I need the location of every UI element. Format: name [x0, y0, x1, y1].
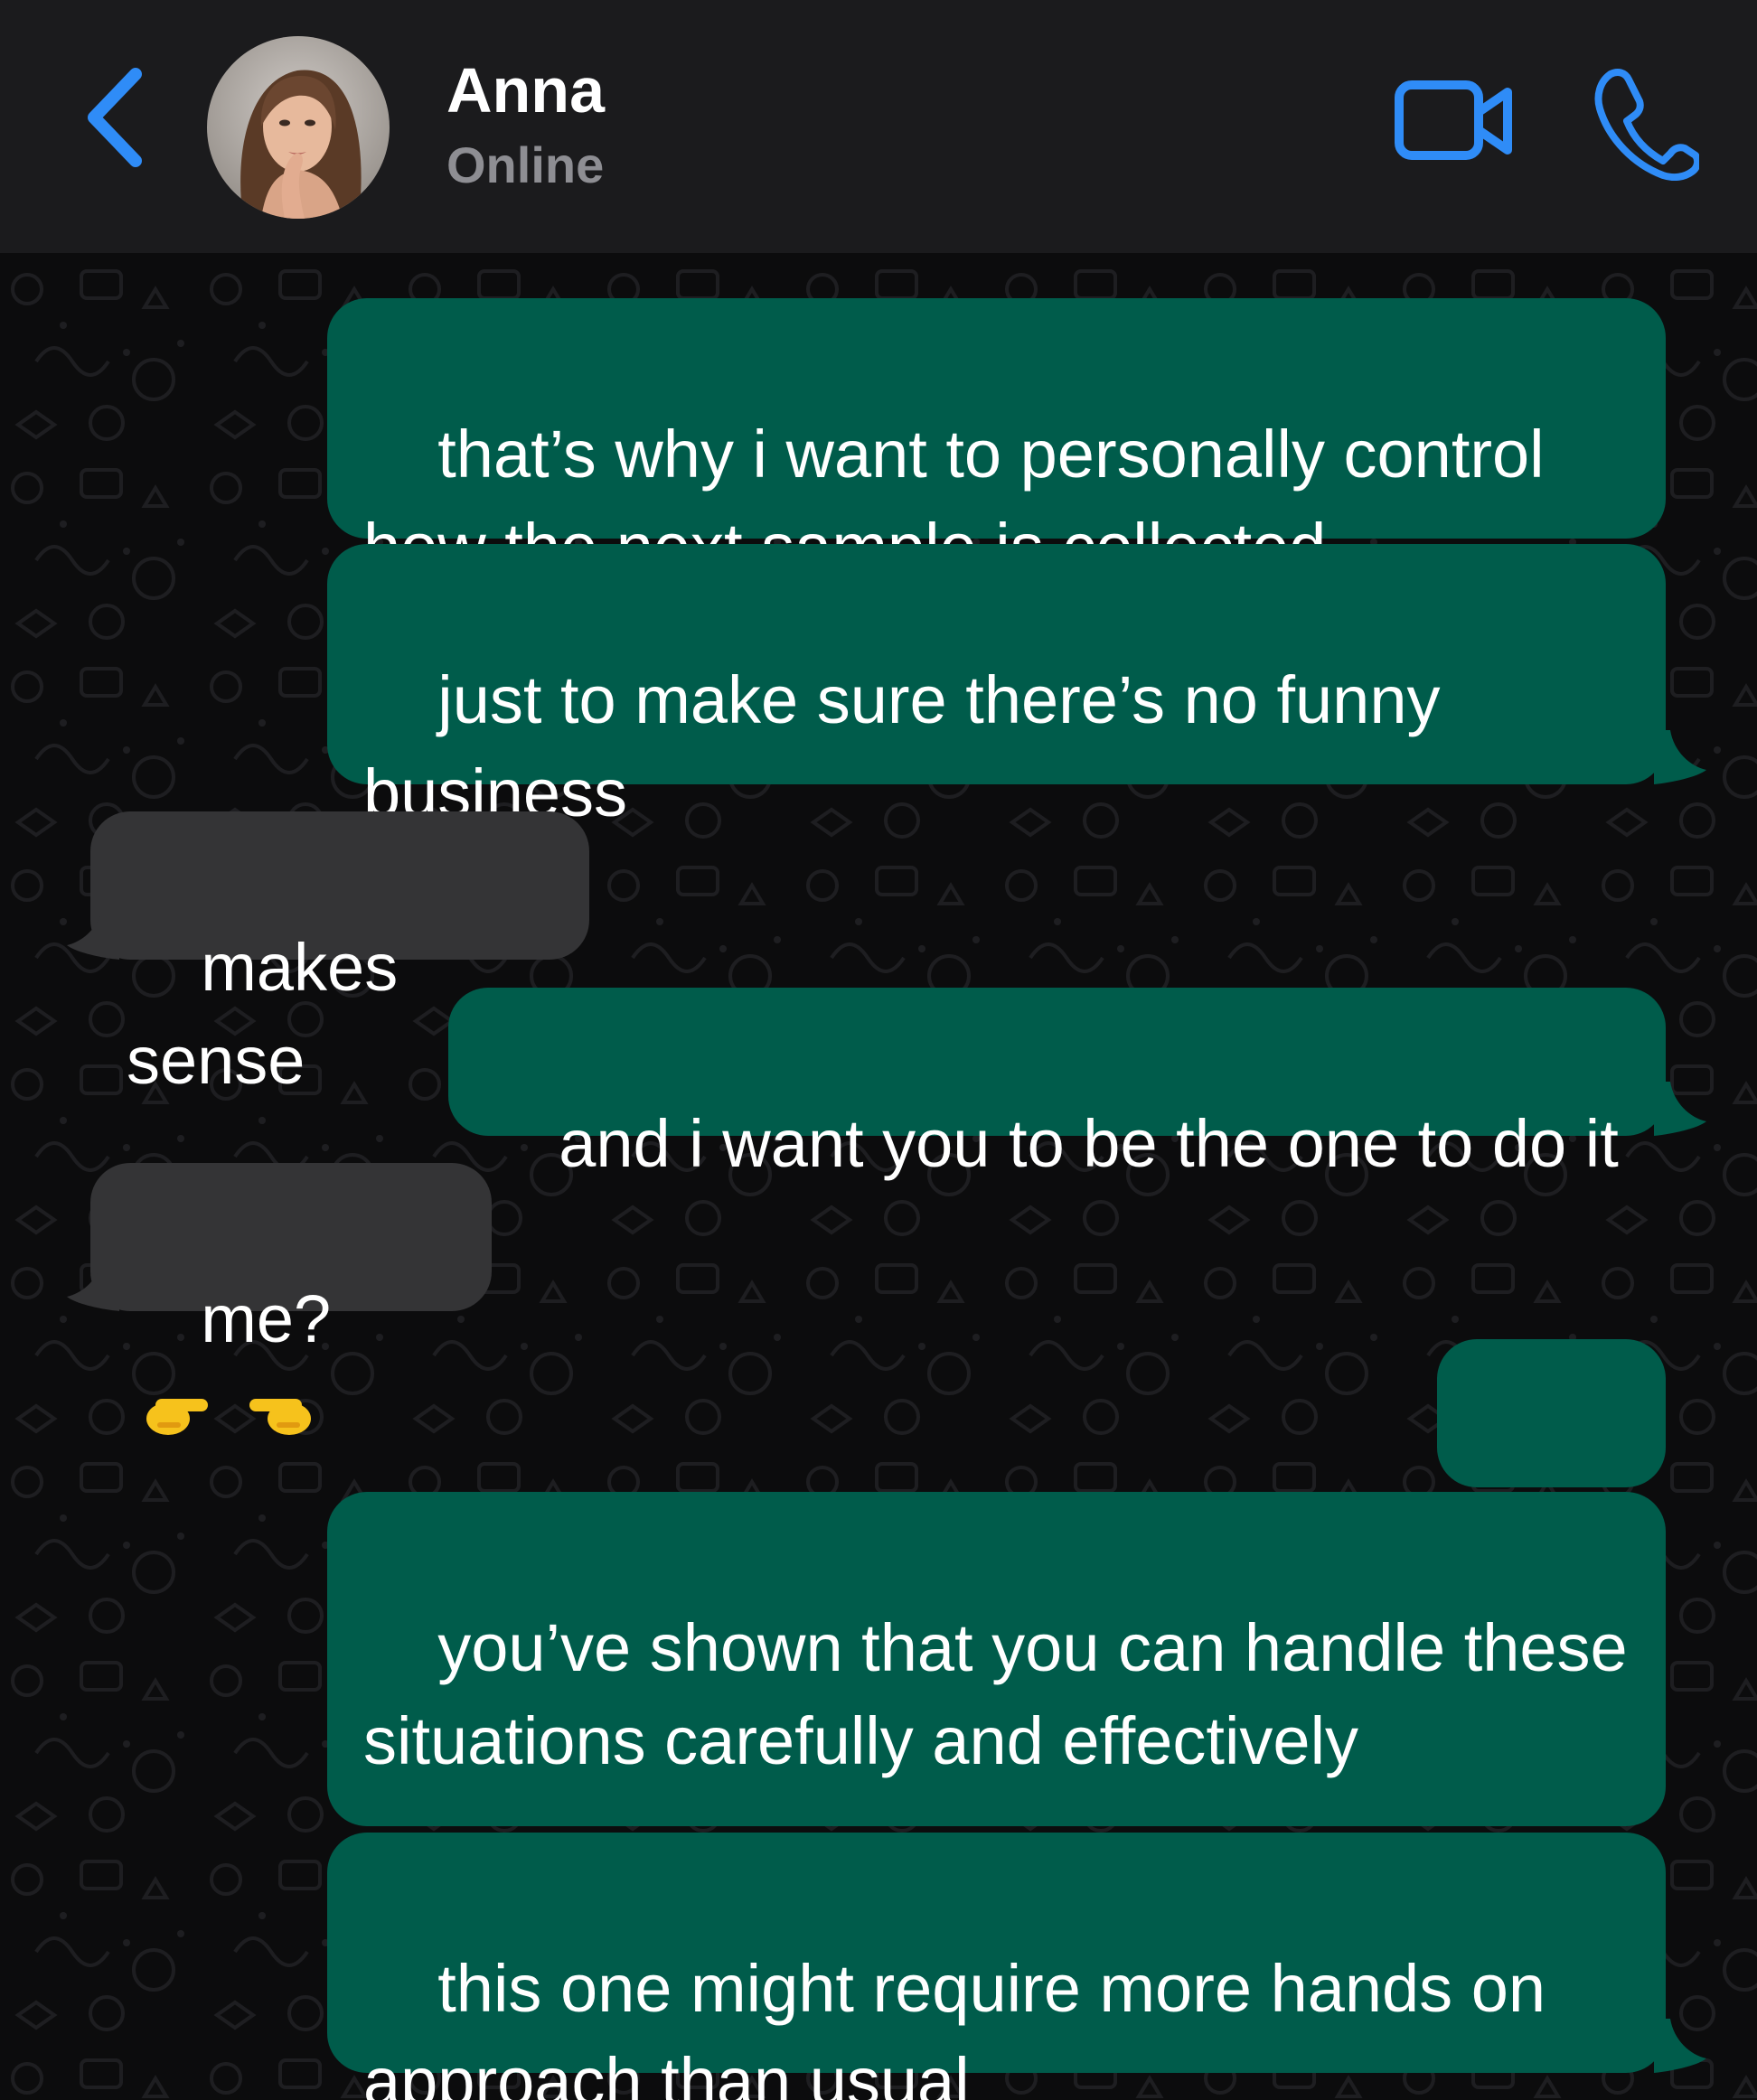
contact-name[interactable]: Anna	[446, 54, 605, 127]
message-bubble-outgoing[interactable]: yeah	[1437, 1339, 1666, 1626]
message-text: you’ve shown that you can handle these s…	[363, 1610, 1647, 1778]
back-button[interactable]	[80, 63, 152, 172]
video-camera-icon	[1395, 80, 1512, 160]
message-bubble-outgoing[interactable]: you’ve shown that you can handle these s…	[327, 1492, 1666, 1826]
message-text: me?	[201, 1281, 332, 1356]
message-bubble-outgoing[interactable]: this one might require more hands on app…	[327, 1833, 1666, 2100]
chat-area[interactable]: that’s why i want to personally control …	[0, 253, 1757, 2100]
chevron-left-icon	[88, 68, 142, 167]
bubble-tail	[1654, 1082, 1706, 1136]
bubble-tail	[67, 1257, 119, 1311]
message-bubble-outgoing[interactable]: just to make sure there’s no funny busin…	[327, 544, 1666, 830]
avatar[interactable]	[207, 36, 390, 219]
video-call-button[interactable]	[1392, 72, 1518, 172]
phone-icon	[1594, 69, 1702, 182]
bubble-tail	[1654, 730, 1706, 784]
bubble-tail	[1654, 2019, 1706, 2073]
message-bubble-outgoing[interactable]: and i want you to be the one to do it	[448, 988, 1666, 1181]
bubble-tail	[67, 905, 119, 960]
voice-call-button[interactable]	[1591, 63, 1702, 182]
contact-status: Online	[446, 136, 605, 193]
message-bubble-incoming[interactable]: me?	[90, 1163, 492, 1435]
message-bubble-incoming[interactable]: makes sense	[90, 811, 589, 1098]
pointing-fingers-emoji-icon	[143, 1371, 315, 1464]
chat-header: Anna Online	[0, 0, 1757, 253]
message-text: and i want you to be the one to do it	[559, 1106, 1619, 1181]
message-bubble-outgoing[interactable]: that’s why i want to personally control …	[327, 298, 1666, 585]
